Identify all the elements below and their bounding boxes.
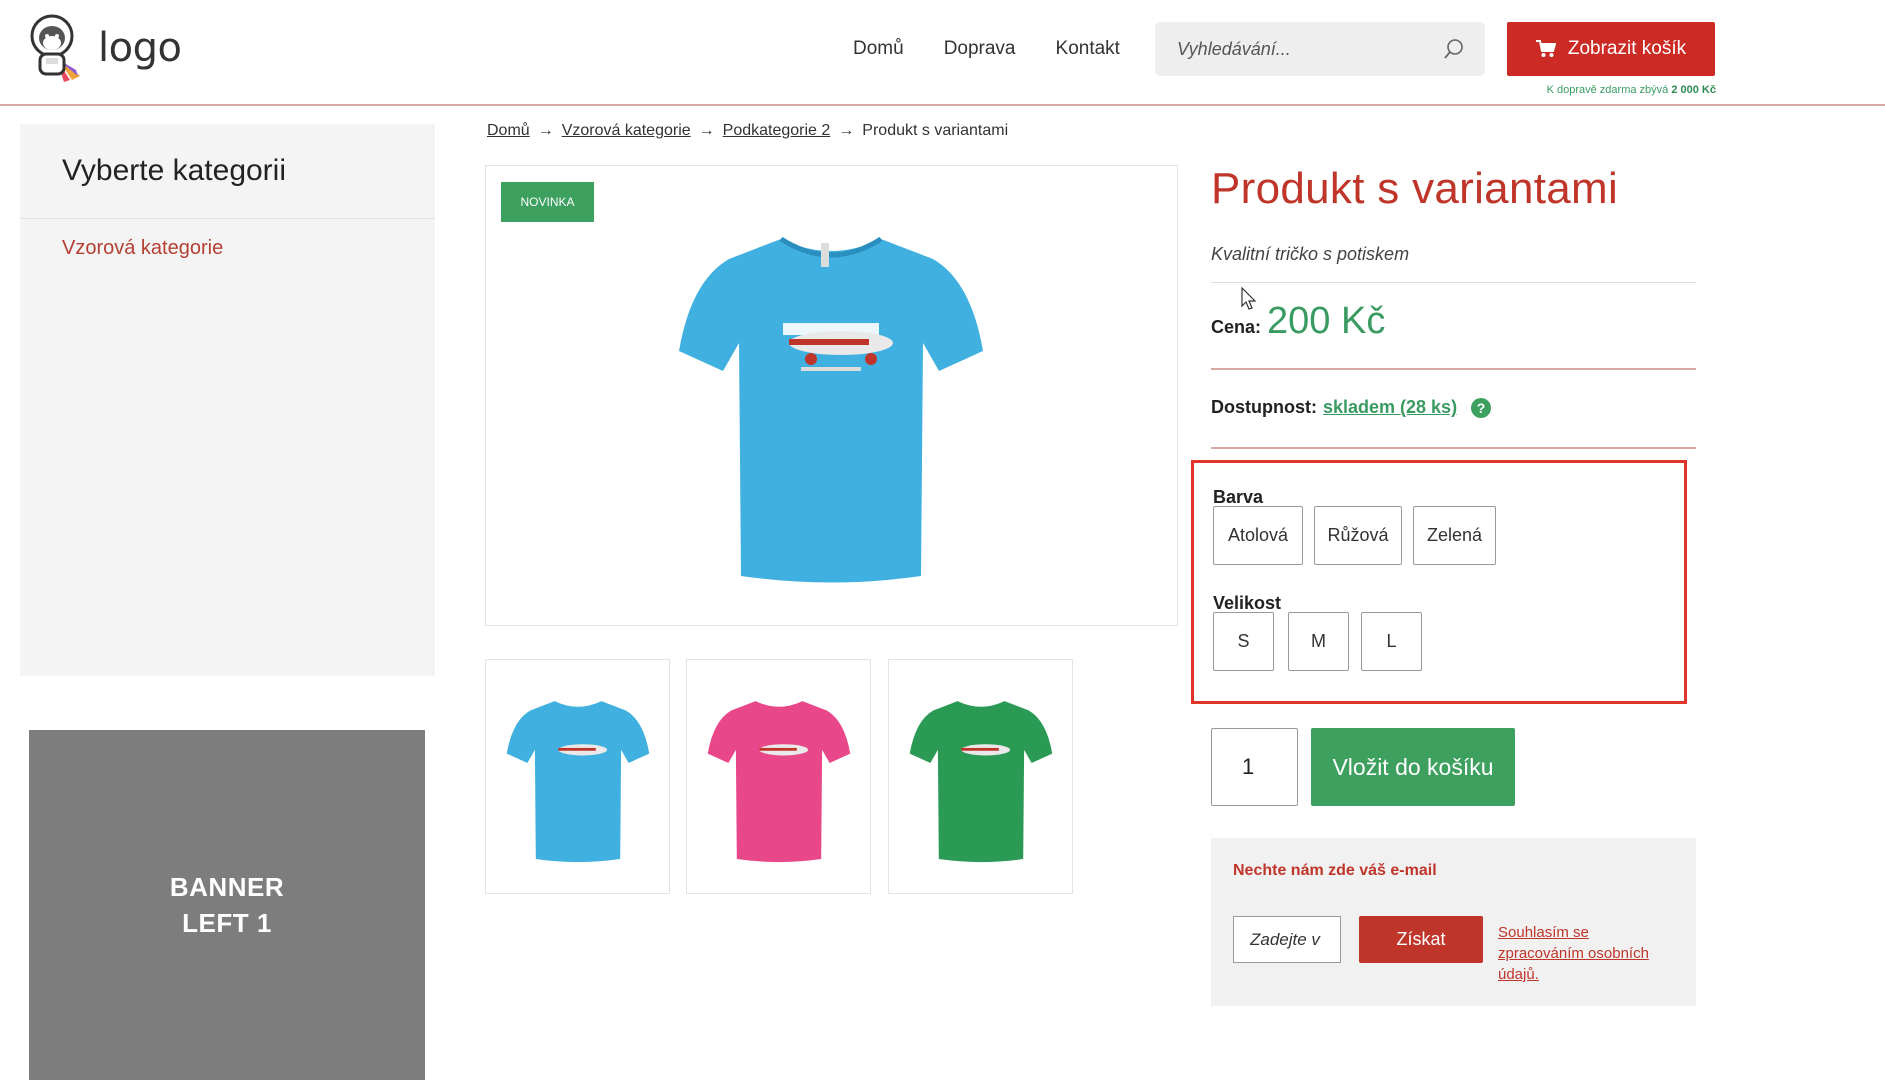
color-option-pink[interactable]: Růžová <box>1314 506 1402 565</box>
divider <box>1211 368 1696 370</box>
tshirt-shape <box>679 239 983 583</box>
color-option-green[interactable]: Zelená <box>1413 506 1496 565</box>
tshirt-image <box>679 236 983 583</box>
main-nav: Domů Doprava Kontakt <box>853 38 1160 60</box>
new-badge: NOVINKA <box>501 182 594 222</box>
view-cart-label: Zobrazit košík <box>1567 38 1687 59</box>
color-label: Barva <box>1213 487 1264 507</box>
divider <box>1211 282 1696 283</box>
breadcrumb-subcategory[interactable]: Podkategorie 2 <box>723 122 831 140</box>
price-row: Cena: 200 Kč <box>1211 300 1385 343</box>
breadcrumb-current: Produkt s variantami <box>862 122 1009 139</box>
variant-selector: Barva Atolová Růžová Zelená Velikost S M… <box>1191 460 1687 704</box>
thumbnail-green[interactable] <box>888 659 1073 894</box>
free-shipping-text: K dopravě zdarma zbývá <box>1546 84 1672 96</box>
nav-link-contact[interactable]: Kontakt <box>1056 38 1120 60</box>
arrow-right-icon: → <box>838 122 855 139</box>
breadcrumb-category[interactable]: Vzorová kategorie <box>562 122 691 140</box>
category-sidebar: Vyberte kategorii Vzorová kategorie <box>20 124 435 676</box>
availability-row: Dostupnost: skladem (28 ks) ? <box>1211 397 1492 418</box>
product-subtitle: Kvalitní tričko s potiskem <box>1211 244 1410 264</box>
banner-left-1[interactable]: BANNER LEFT 1 <box>29 730 425 1080</box>
sidebar-item-sample-category[interactable]: Vzorová kategorie <box>20 219 435 260</box>
banner-line-2: LEFT 1 <box>182 908 272 938</box>
arrow-right-icon: → <box>698 122 715 139</box>
search-icon[interactable] <box>1443 38 1465 60</box>
mouse-cursor-icon <box>1241 287 1257 310</box>
newsletter-box: Nechte nám zde váš e-mail Získat Souhlas… <box>1211 838 1696 1006</box>
logo[interactable]: logo <box>26 12 182 84</box>
site-header: logo Domů Doprava Kontakt Zobrazit košík… <box>0 0 1885 106</box>
size-option-m[interactable]: M <box>1288 612 1349 671</box>
astronaut-dog-logo-icon <box>30 14 80 82</box>
free-shipping-amount: 2 000 Kč <box>1671 84 1716 96</box>
color-option-atol[interactable]: Atolová <box>1213 506 1303 565</box>
size-option-s[interactable]: S <box>1213 612 1274 671</box>
nav-link-home[interactable]: Domů <box>853 38 904 60</box>
tshirt-thumbnail-pink <box>707 700 850 862</box>
consent-link[interactable]: Souhlasím se zpracováním osobních údajů. <box>1498 922 1678 985</box>
shopping-cart-icon <box>1535 40 1556 57</box>
add-to-cart-button[interactable]: Vložit do košíku <box>1311 728 1515 806</box>
email-field[interactable] <box>1233 916 1341 963</box>
price-label: Cena: <box>1211 317 1262 337</box>
divider <box>1211 447 1696 449</box>
breadcrumb: Domů → Vzorová kategorie → Podkategorie … <box>487 122 1008 140</box>
view-cart-button[interactable]: Zobrazit košík <box>1507 22 1715 76</box>
search-input[interactable] <box>1155 22 1425 76</box>
arrow-right-icon: → <box>537 122 554 139</box>
newsletter-title: Nechte nám zde váš e-mail <box>1233 862 1437 879</box>
size-label: Velikost <box>1213 593 1282 613</box>
breadcrumb-home[interactable]: Domů <box>487 122 530 140</box>
search-box <box>1155 22 1485 76</box>
tshirt-thumbnail-green <box>909 700 1052 862</box>
thumbnail-blue[interactable] <box>485 659 670 894</box>
nav-link-shipping[interactable]: Doprava <box>944 38 1016 60</box>
price-value: 200 Kč <box>1267 300 1386 342</box>
availability-label: Dostupnost: <box>1211 397 1317 417</box>
sidebar-title: Vyberte kategorii <box>20 124 435 219</box>
free-shipping-note: K dopravě zdarma zbývá 2 000 Kč <box>1508 84 1716 96</box>
quantity-input[interactable] <box>1211 728 1298 806</box>
banner-line-1: BANNER <box>169 872 285 902</box>
logo-text: logo <box>98 25 182 71</box>
help-icon[interactable]: ? <box>1471 397 1492 418</box>
size-option-l[interactable]: L <box>1361 612 1422 671</box>
tshirt-thumbnail-blue <box>506 700 649 862</box>
newsletter-submit-button[interactable]: Získat <box>1359 916 1483 963</box>
product-title: Produkt s variantami <box>1211 164 1619 213</box>
product-main-image[interactable]: NOVINKA <box>485 165 1178 626</box>
availability-value[interactable]: skladem (28 ks) <box>1323 397 1457 418</box>
thumbnail-pink[interactable] <box>686 659 871 894</box>
